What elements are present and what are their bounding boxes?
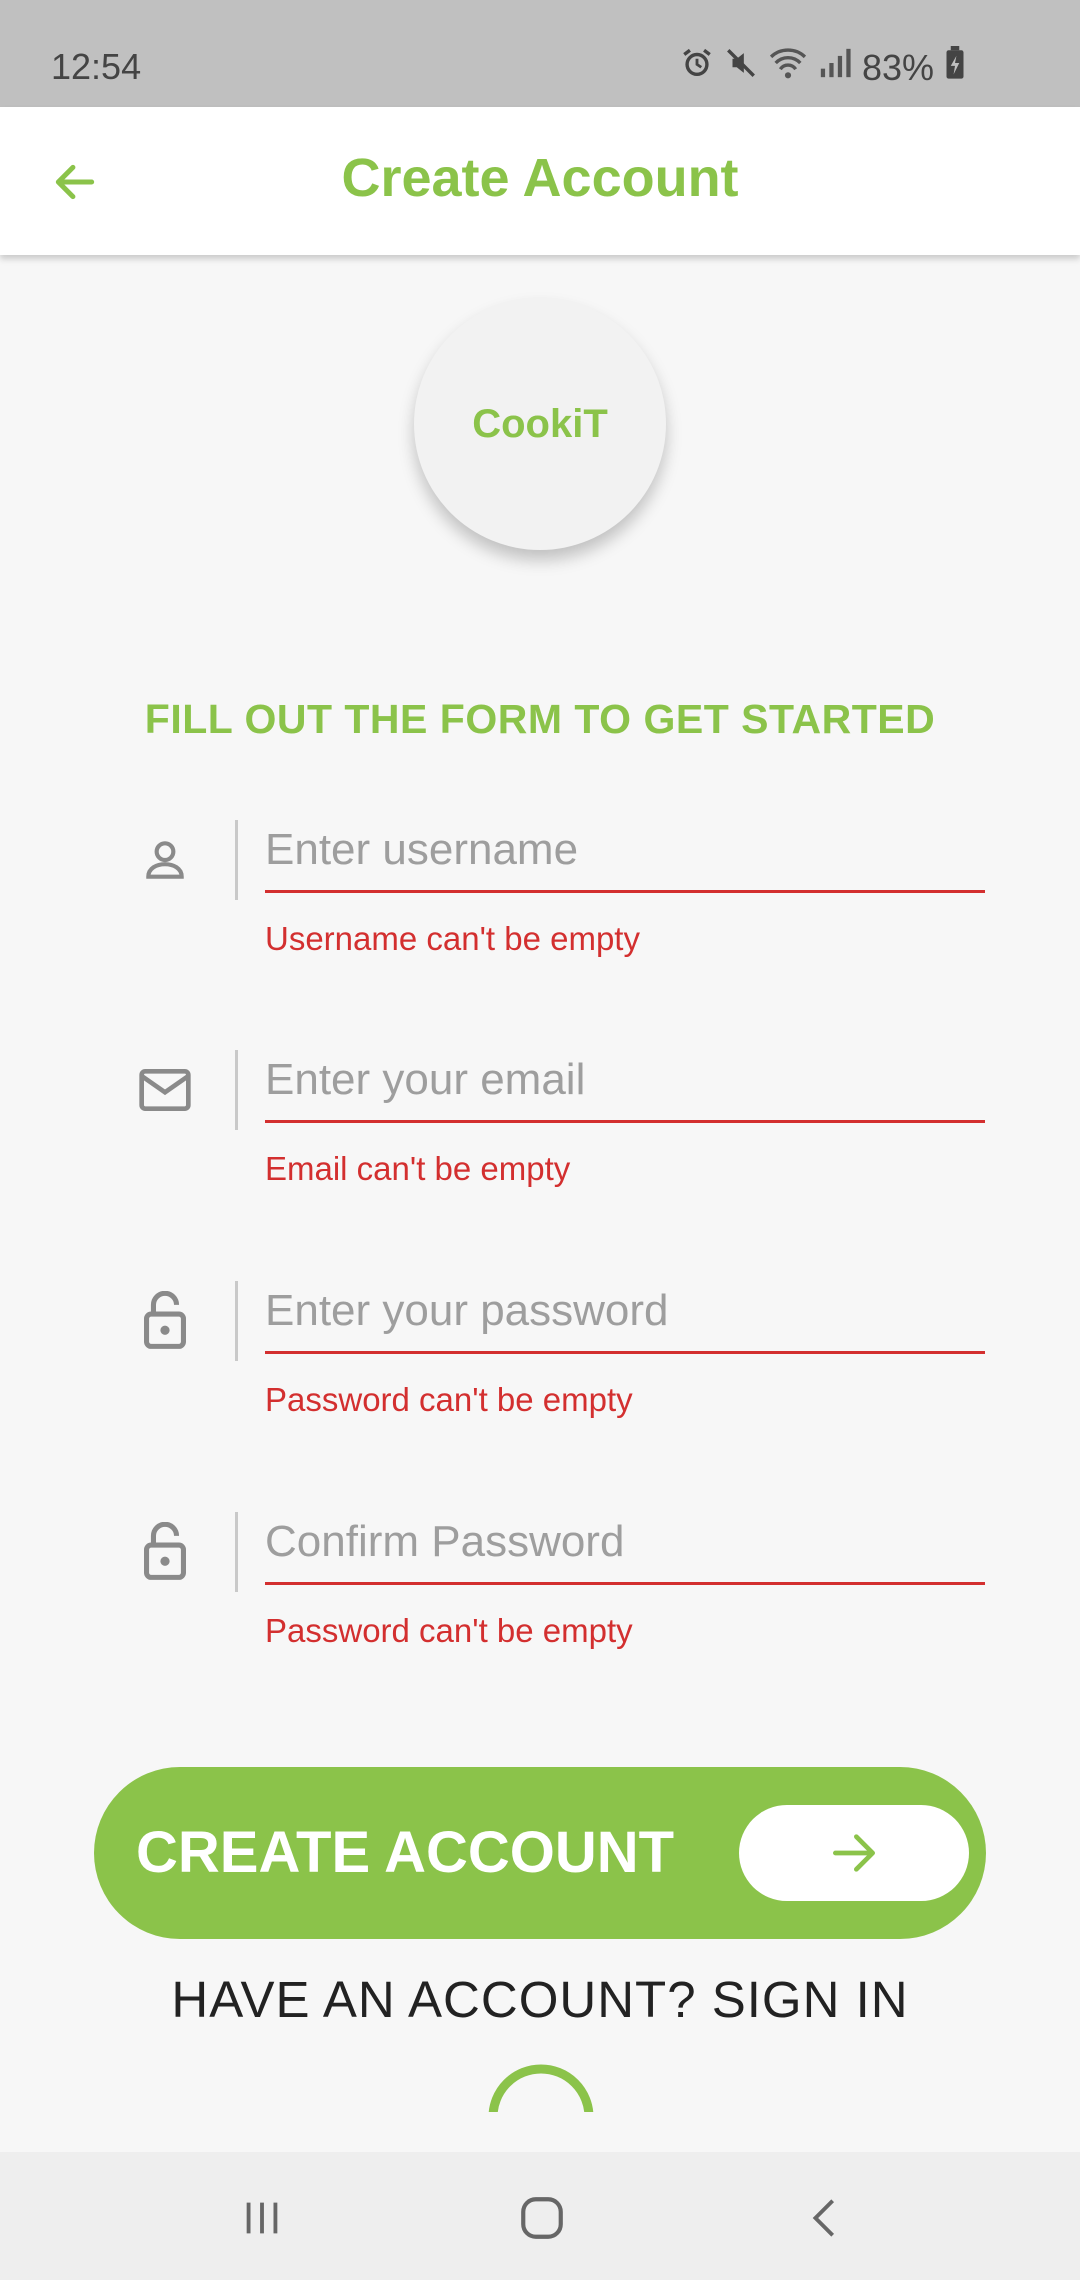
signal-icon [818, 46, 852, 89]
confirm-password-error: Password can't be empty [265, 1612, 633, 1649]
create-account-button[interactable]: CREATE ACCOUNT [94, 1767, 986, 1939]
password-error: Password can't be empty [265, 1381, 633, 1418]
mail-icon [130, 1050, 200, 1130]
wifi-icon [768, 46, 808, 89]
status-time: 12:54 [51, 46, 142, 87]
username-input[interactable] [265, 810, 985, 893]
field-divider [235, 820, 238, 900]
status-bar: 12:54 83% [0, 0, 1080, 107]
form-heading: FILL OUT THE FORM TO GET STARTED [144, 696, 936, 742]
nav-back-button[interactable] [795, 2188, 855, 2248]
arrow-right-icon [833, 1834, 875, 1872]
status-right: 83% [680, 46, 966, 89]
password-field: Password can't be empty [130, 1271, 985, 1451]
confirm-password-field: Password can't be empty [130, 1502, 985, 1682]
app-logo: CookiT [414, 298, 666, 550]
create-account-label: CREATE ACCOUNT [136, 1820, 675, 1885]
home-button[interactable] [512, 2188, 572, 2248]
logo-text: CookiT [472, 401, 608, 446]
app-bar: Create Account [0, 107, 1080, 255]
recents-button[interactable] [232, 2188, 292, 2248]
username-error: Username can't be empty [265, 920, 640, 957]
battery-percent: 83% [862, 46, 935, 88]
confirm-password-input[interactable] [265, 1502, 985, 1585]
sign-in-link[interactable]: HAVE AN ACCOUNT? SIGN IN [0, 1970, 1080, 2029]
battery-icon [944, 46, 966, 89]
email-input[interactable] [265, 1040, 985, 1123]
mute-icon [724, 46, 758, 89]
back-icon [812, 2199, 835, 2237]
field-divider [235, 1050, 238, 1130]
person-icon [130, 820, 200, 900]
alarm-icon [680, 46, 714, 89]
home-icon [521, 2197, 563, 2239]
email-field: Email can't be empty [130, 1040, 985, 1220]
create-arrow-pill[interactable] [739, 1805, 969, 1901]
lock-open-icon [130, 1281, 200, 1361]
page-title: Create Account [341, 148, 739, 208]
email-error: Email can't be empty [265, 1150, 571, 1187]
password-input[interactable] [265, 1271, 985, 1354]
field-divider [235, 1512, 238, 1592]
system-nav-bar [0, 2152, 1080, 2280]
username-field: Username can't be empty [130, 810, 985, 990]
field-divider [235, 1281, 238, 1361]
recents-icon [246, 2202, 278, 2234]
lock-open-icon [130, 1512, 200, 1592]
loading-spinner-icon [486, 2062, 596, 2112]
